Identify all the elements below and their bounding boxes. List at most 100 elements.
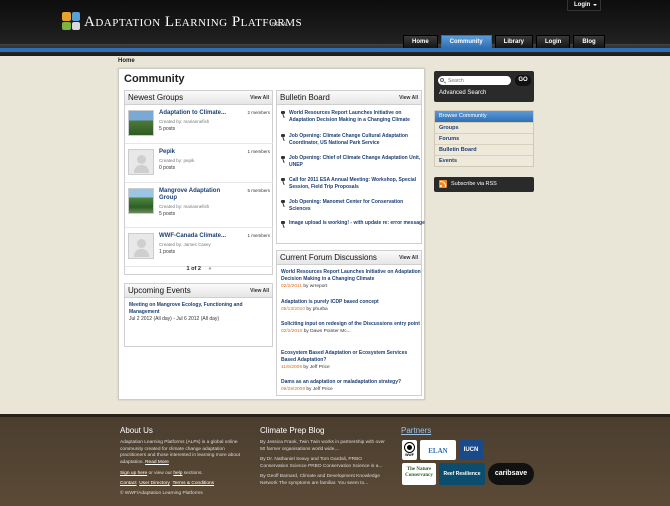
forum-item[interactable]: Soliciting input on redesign of the Disc… [281,321,423,335]
advanced-search-link[interactable]: Advanced Search [439,90,486,96]
bulletin-board-box: Bulletin Board View All World Resources … [276,90,425,244]
bulletin-board-title: Bulletin Board [280,93,330,102]
forum-item[interactable]: Adaptation is purely ICDP based concept … [281,299,423,313]
terms-link[interactable]: Terms & Conditions [172,481,214,486]
rss-label: Subscribe via RSS [451,181,497,187]
forum-item-author[interactable]: by Jeff Price [303,365,329,370]
rss-icon [439,180,447,188]
event-title[interactable]: Meeting on Mangrove Ecology, Functioning… [129,302,269,316]
forum-item-title[interactable]: Ecosystem Based Adaptation or Ecosystem … [281,350,423,364]
group-thumbnail[interactable] [128,188,154,214]
forum-item-title[interactable]: Adaptation is purely ICDP based concept [281,299,423,306]
forum-item[interactable]: Dams as an adaptation or maladaptation s… [281,379,423,393]
forum-item-title[interactable]: Soliciting input on redesign of the Disc… [281,321,423,328]
group-name[interactable]: WWF-Canada Climate... [159,233,226,239]
group-created-by: Created by: mariannefish [159,204,210,209]
search-input[interactable] [438,76,511,85]
rss-subscribe-button[interactable]: Subscribe via RSS [434,177,534,192]
group-members: 5 members [247,188,270,193]
group-name[interactable]: Adaptation to Climate... [159,110,226,116]
events-view-all-link[interactable]: View All [250,288,269,294]
group-row[interactable]: WWF-Canada Climate... Created by: James … [125,229,273,267]
nav-tab-home[interactable]: Home [403,35,438,48]
group-row[interactable]: Mangrove Adaptation Group Created by: ma… [125,184,273,228]
group-row[interactable]: Pepik Created by: pepik 0 posts 1 member… [125,145,273,183]
forum-item[interactable]: Ecosystem Based Adaptation or Ecosystem … [281,350,423,371]
forum-view-all-link[interactable]: View All [399,255,418,261]
bulletin-item-text[interactable]: Job Opening: Manomet Center for Conserva… [289,199,425,213]
wwf-logo[interactable]: WWF [402,440,417,460]
reef-resilience-logo[interactable]: Reef Resilience [439,463,485,485]
caribsave-logo[interactable]: caribsave [488,463,534,485]
nature-conservancy-logo[interactable]: The Nature Conservancy [402,463,436,485]
reef-resilience-logo-text: Reef Resilience [443,471,481,477]
pushpin-icon [280,111,286,117]
user-directory-link[interactable]: User Directory [139,481,170,486]
top-login-button[interactable]: Login [567,0,601,11]
iucn-logo[interactable]: IUCN [459,440,483,460]
footer-partners-title[interactable]: Partners [401,426,531,435]
pager-next-link[interactable]: » [208,266,211,272]
pushpin-icon [280,134,286,140]
search-go-button[interactable]: GO [515,75,531,86]
footer-blog-title[interactable]: Climate Prep Blog [260,426,390,435]
group-thumbnail[interactable] [128,110,154,136]
bulletin-item-text[interactable]: Job Opening: Chief of Climate Change Ada… [289,155,425,169]
browse-community-title[interactable]: Browse Community [435,111,533,122]
blog-item[interactable]: By Geoff Barnard, Climate and Developmen… [260,474,390,487]
forum-item-author[interactable]: by wrreport [303,284,327,289]
forum-item-title[interactable]: World Resources Report Launches Initiati… [281,269,423,283]
signup-end: sections. [182,471,203,476]
groups-view-all-link[interactable]: View All [250,95,269,101]
avatar-placeholder-body [134,249,149,257]
nav-tab-community[interactable]: Community [440,35,492,48]
nav-tab-library[interactable]: Library [494,35,534,48]
group-name[interactable]: Pepik [159,149,175,155]
blog-item[interactable]: By Jessica Frank, Twin Twin works in par… [260,440,390,453]
footer-about: About Us Adaptation Learning Platforms (… [120,426,248,496]
upcoming-events-title: Upcoming Events [128,286,191,295]
nav-tab-blog[interactable]: Blog [573,35,605,48]
browse-item-forums[interactable]: Forums [435,133,533,144]
bulletin-view-all-link[interactable]: View All [399,95,418,101]
group-thumbnail-placeholder[interactable] [128,233,154,259]
signup-rest: or view our [147,471,174,476]
browse-item-groups[interactable]: Groups [435,122,533,133]
group-thumbnail-placeholder[interactable] [128,149,154,175]
browse-item-bulletin-board[interactable]: Bulletin Board [435,144,533,155]
avatar-placeholder-icon [137,239,146,248]
main-nav: Home Community Library Login Blog [403,35,605,48]
forum-discussions-title: Current Forum Discussions [280,253,377,262]
group-posts: 5 posts [159,126,176,132]
forum-discussions-box: Current Forum Discussions View All World… [276,250,422,396]
logo-icon[interactable] [62,12,80,30]
forum-item-date: 02/2/2011 [281,284,302,289]
forum-item[interactable]: World Resources Report Launches Initiati… [281,269,423,290]
logo-title[interactable]: Adaptation Learning Platforms [84,14,302,31]
browse-item-events[interactable]: Events [435,155,533,166]
read-more-link[interactable]: Read More [145,460,169,465]
event-date: Jul 2 2012 (All day) - Jul 6 2012 (All d… [129,316,220,322]
bulletin-item-text[interactable]: World Resources Report Launches Initiati… [289,110,425,124]
bulletin-item-text[interactable]: Image upload is working! - with update r… [289,220,425,227]
footer-about-text: Adaptation Learning Platforms (ALPs) is … [120,440,248,466]
group-name[interactable]: Mangrove Adaptation Group [159,188,237,202]
signup-link[interactable]: Sign up here [120,471,147,476]
group-members: 2 members [247,110,270,115]
breadcrumb[interactable]: Home [118,58,135,64]
bulletin-board-header: Bulletin Board View All [277,91,421,105]
elan-logo[interactable]: ELAN [420,440,456,460]
newest-groups-title: Newest Groups [128,93,184,102]
forum-item-author[interactable]: by Jeff Price [306,387,332,392]
bulletin-item-text[interactable]: Call for 2011 ESA Annual Meeting: Worksh… [289,177,425,191]
forum-item-author[interactable]: by phurba [306,307,327,312]
blog-item[interactable]: By Dr. Nathaniel Seavy and Tom Gardali, … [260,457,390,470]
bulletin-item-text[interactable]: Job Opening: Climate Change Cultural Ada… [289,133,425,147]
forum-item-meta: 02/2/2010 by Dawn Pointer Mc... [281,328,423,335]
forum-item-title[interactable]: Dams as an adaptation or maladaptation s… [281,379,423,386]
contact-link[interactable]: Contact [120,481,137,486]
group-row[interactable]: Adaptation to Climate... Created by: mar… [125,106,273,144]
forum-item-author[interactable]: by Dawn Pointer Mc... [304,329,351,334]
nav-tab-login[interactable]: Login [536,35,571,48]
avatar-placeholder-body [134,165,149,173]
